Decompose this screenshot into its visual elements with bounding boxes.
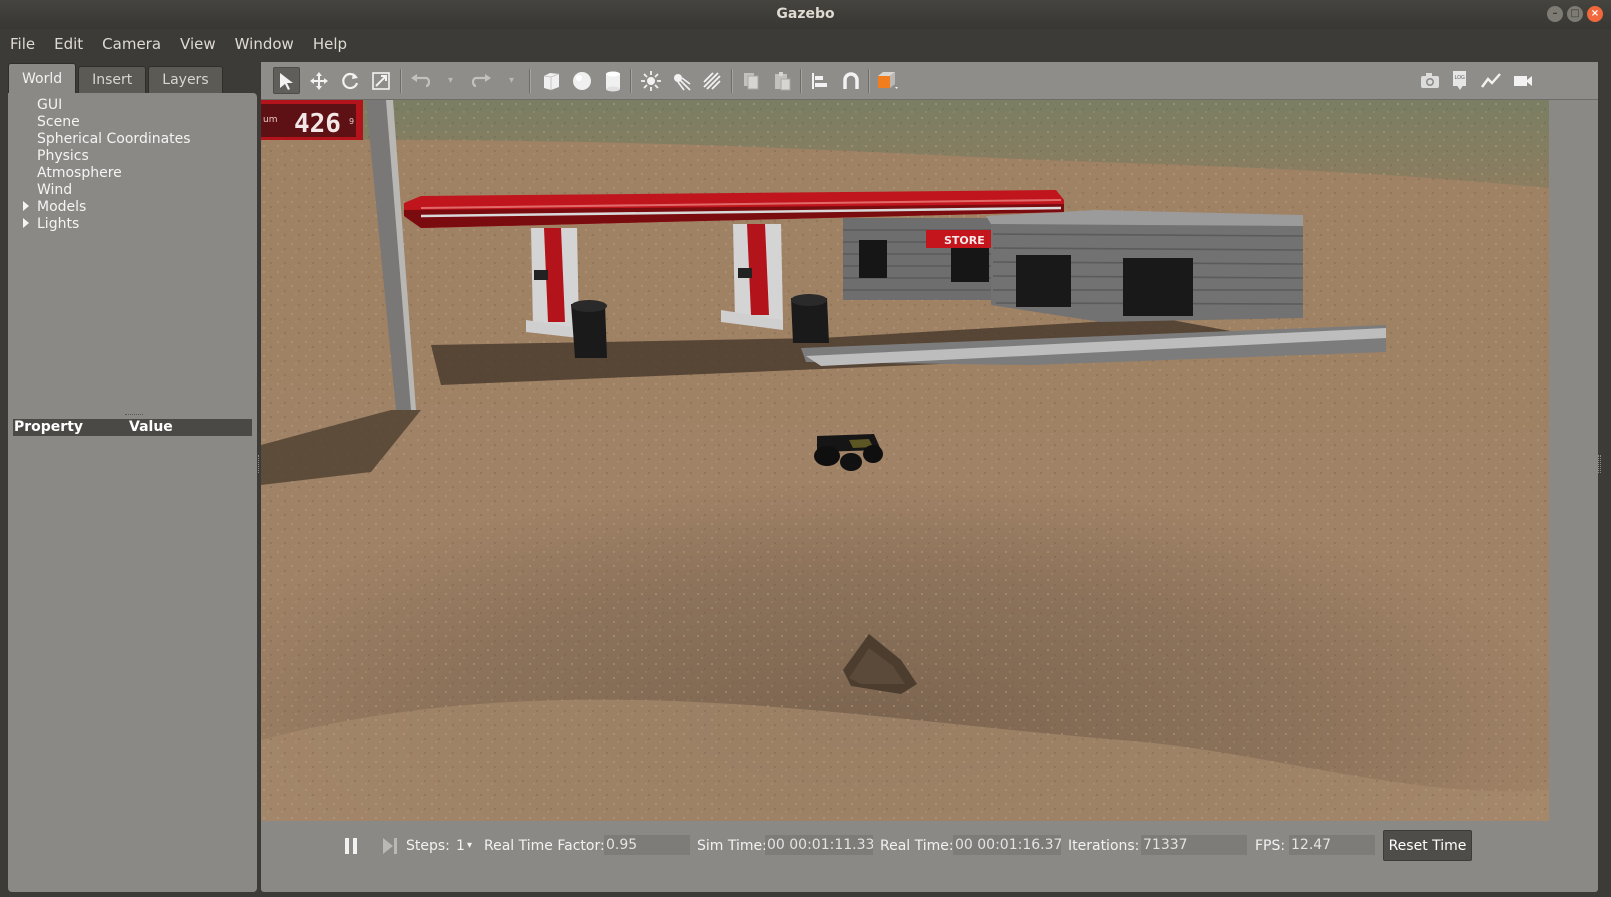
- expand-models-icon[interactable]: [23, 201, 29, 211]
- tab-world[interactable]: World: [8, 63, 77, 93]
- directional-light-icon[interactable]: [698, 67, 725, 94]
- menu-window[interactable]: Window: [235, 35, 294, 53]
- toolbar-separator: [868, 69, 870, 93]
- undo-icon[interactable]: [406, 67, 433, 94]
- tree-item-wind[interactable]: Wind: [37, 182, 72, 199]
- property-header: Property Value: [13, 419, 252, 436]
- real-time-factor-label: Real Time Factor:: [484, 838, 605, 854]
- toolbar: ▾ ▾ LOG: [261, 62, 1598, 100]
- scene-viewport[interactable]: um 426 9 STORE: [261, 100, 1549, 821]
- reset-time-button[interactable]: Reset Time: [1383, 830, 1472, 861]
- tree-item-spherical-coordinates[interactable]: Spherical Coordinates: [37, 131, 191, 148]
- plot-icon[interactable]: [1477, 67, 1504, 94]
- step-button[interactable]: [381, 837, 399, 855]
- sphere-icon[interactable]: [568, 67, 595, 94]
- main-area: ▾ ▾ LOG um 426 9 STORE Steps: 1 ▾ Real T…: [261, 62, 1598, 892]
- toolbar-separator: [731, 69, 733, 93]
- screenshot-icon[interactable]: [1416, 67, 1443, 94]
- video-record-icon[interactable]: [1509, 67, 1536, 94]
- select-arrow-icon[interactable]: [273, 67, 300, 94]
- menu-file[interactable]: File: [10, 35, 35, 53]
- maximize-button[interactable]: □: [1567, 6, 1583, 22]
- scene-render: um 426 9 STORE: [261, 100, 1549, 821]
- panel-splitter[interactable]: [8, 365, 257, 419]
- box-icon[interactable]: [537, 67, 564, 94]
- translate-icon[interactable]: [305, 67, 332, 94]
- toolbar-separator: [800, 69, 802, 93]
- real-time-field: 00 00:01:16.370: [953, 835, 1061, 855]
- tree-item-atmosphere[interactable]: Atmosphere: [37, 165, 122, 182]
- redo-dropdown-icon[interactable]: ▾: [498, 67, 525, 94]
- real-time-factor-field: 0.95: [604, 835, 690, 855]
- splitter-grip[interactable]: [125, 414, 143, 415]
- expand-lights-icon[interactable]: [23, 218, 29, 228]
- tree-item-models[interactable]: Models: [37, 199, 86, 216]
- menu-edit[interactable]: Edit: [54, 35, 83, 53]
- sign-cents-text: 9: [349, 117, 354, 126]
- simulation-control-bar: Steps: 1 ▾ Real Time Factor: 0.95 Sim Ti…: [261, 821, 1549, 870]
- tree-item-lights[interactable]: Lights: [37, 216, 79, 233]
- iterations-label: Iterations:: [1068, 838, 1140, 854]
- menu-camera[interactable]: Camera: [102, 35, 161, 53]
- align-icon[interactable]: [806, 67, 833, 94]
- sign-partial-text: um: [263, 115, 277, 125]
- minimize-button[interactable]: –: [1547, 6, 1563, 22]
- steps-dropdown-icon[interactable]: ▾: [467, 837, 472, 855]
- toolbar-separator: [529, 69, 531, 93]
- fps-label: FPS:: [1255, 838, 1286, 854]
- tree-item-scene[interactable]: Scene: [37, 114, 80, 131]
- tab-layers[interactable]: Layers: [148, 66, 223, 93]
- tree-item-physics[interactable]: Physics: [37, 148, 89, 165]
- log-icon[interactable]: LOG: [1446, 67, 1473, 94]
- menu-bar: File Edit Camera View Window Help: [0, 29, 1611, 58]
- snap-icon[interactable]: [837, 67, 864, 94]
- undo-dropdown-icon[interactable]: ▾: [437, 67, 464, 94]
- toolbar-separator: [630, 69, 632, 93]
- fps-field: 12.47: [1289, 835, 1375, 855]
- sim-time-label: Sim Time:: [697, 838, 767, 854]
- window-title: Gazebo: [776, 6, 835, 22]
- spot-light-icon[interactable]: [667, 67, 694, 94]
- pause-button[interactable]: [343, 837, 359, 855]
- left-panel: World Insert Layers GUI Scene Spherical …: [8, 63, 257, 892]
- right-panel-resize-handle[interactable]: [1598, 455, 1601, 473]
- value-column-header[interactable]: Value: [129, 419, 173, 436]
- point-light-icon[interactable]: [637, 67, 664, 94]
- world-tree: GUI Scene Spherical Coordinates Physics …: [8, 93, 257, 365]
- rotate-icon[interactable]: [336, 67, 363, 94]
- store-sign-text: STORE: [944, 234, 985, 247]
- toolbar-separator: [400, 69, 402, 93]
- left-panel-resize-handle[interactable]: [256, 455, 259, 473]
- title-bar: Gazebo – □ ×: [0, 0, 1611, 29]
- iterations-field: 71337: [1141, 835, 1247, 855]
- cylinder-icon[interactable]: [599, 67, 626, 94]
- sim-time-field: 00 00:01:11.337: [765, 835, 873, 855]
- menu-help[interactable]: Help: [313, 35, 347, 53]
- svg-text:LOG: LOG: [1454, 75, 1465, 81]
- tree-item-gui[interactable]: GUI: [37, 97, 62, 114]
- left-tabs: World Insert Layers: [8, 63, 225, 93]
- steps-label: Steps:: [406, 838, 450, 854]
- property-column-header[interactable]: Property: [14, 419, 83, 436]
- menu-view[interactable]: View: [180, 35, 216, 53]
- real-time-label: Real Time:: [880, 838, 954, 854]
- paste-icon[interactable]: [768, 67, 795, 94]
- sign-price-text: 426: [294, 109, 341, 139]
- property-panel: Property Value: [8, 419, 257, 892]
- scale-icon[interactable]: [367, 67, 394, 94]
- steps-value[interactable]: 1: [456, 837, 465, 855]
- view-angle-icon[interactable]: [874, 67, 901, 94]
- tab-insert[interactable]: Insert: [78, 66, 147, 93]
- redo-icon[interactable]: [468, 67, 495, 94]
- copy-icon[interactable]: [737, 67, 764, 94]
- close-button[interactable]: ×: [1587, 6, 1603, 22]
